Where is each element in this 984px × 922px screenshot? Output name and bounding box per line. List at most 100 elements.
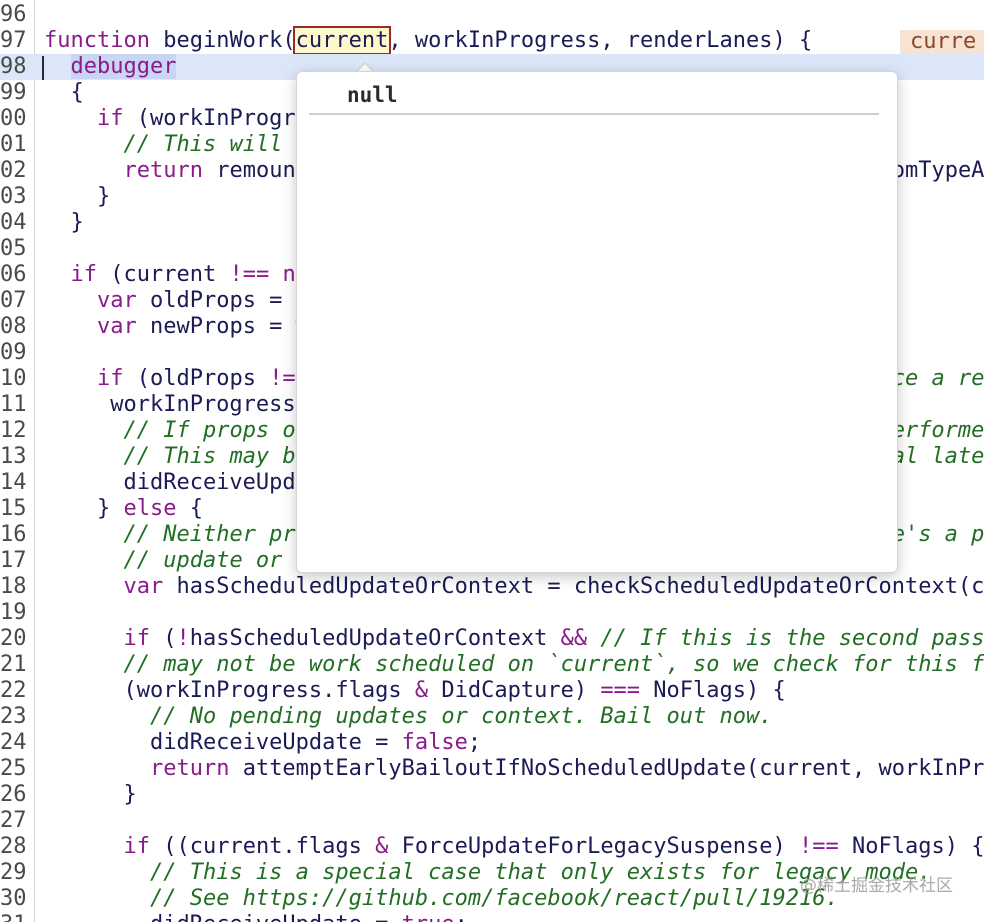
line-number[interactable]: 15 [0, 496, 26, 522]
code-token: hasScheduledUpdateOrContext = checkSched… [176, 574, 984, 599]
code-text: var hasScheduledUpdateOrContext = checkS… [44, 574, 984, 600]
line-number[interactable]: 23 [0, 704, 26, 730]
code-line[interactable]: 19 [0, 600, 984, 626]
line-number[interactable]: 12 [0, 418, 26, 444]
code-token: ((current.flags [149, 834, 376, 859]
line-number[interactable]: 08 [0, 314, 26, 340]
line-number[interactable]: 21 [0, 652, 26, 678]
code-token: NoFlags) { [838, 834, 984, 859]
line-number[interactable]: 19 [0, 600, 26, 626]
line-number[interactable]: 02 [0, 158, 26, 184]
line-number[interactable]: 99 [0, 80, 26, 106]
code-line[interactable]: 97 function beginWork(current, workInProg… [0, 26, 984, 55]
code-line[interactable]: 22 (workInProgress.flags & DidCapture) =… [0, 678, 984, 704]
keyword-token: debugger [70, 54, 177, 79]
code-line[interactable]: 96 [0, 2, 984, 28]
line-number[interactable]: 04 [0, 210, 26, 236]
keyword-token: var [123, 574, 164, 599]
code-token: didReceiveUpdate = [44, 730, 402, 755]
code-line[interactable]: 23 // No pending updates or context. Bai… [0, 704, 984, 730]
code-token: , workInProgress, renderLanes) { [388, 28, 813, 53]
hovered-identifier[interactable]: current [292, 26, 392, 55]
code-line[interactable]: 26 } [0, 782, 984, 808]
line-number[interactable]: 98 [0, 54, 26, 80]
code-text: // No pending updates or context. Bail o… [44, 704, 773, 730]
line-number[interactable]: 13 [0, 444, 26, 470]
code-line[interactable]: 31 didReceiveUpdate = true; [0, 912, 984, 922]
code-line[interactable]: 18 var hasScheduledUpdateOrContext = che… [0, 574, 984, 600]
code-text: didReceiveUpdate = true; [44, 912, 468, 922]
line-number[interactable]: 24 [0, 730, 26, 756]
line-number[interactable]: 14 [0, 470, 26, 496]
code-token: ( [149, 626, 177, 651]
code-line[interactable]: 21 // may not be work scheduled on `curr… [0, 652, 984, 678]
line-number[interactable]: 28 [0, 834, 26, 860]
line-number[interactable]: 01 [0, 132, 26, 158]
code-line[interactable]: 24 didReceiveUpdate = false; [0, 730, 984, 756]
code-token: didReceiveUpdate = [44, 912, 402, 922]
code-text: } else { [44, 496, 203, 522]
code-text: function beginWork(current, workInProgre… [44, 26, 813, 55]
line-number[interactable]: 09 [0, 340, 26, 366]
code-text: } [44, 184, 110, 210]
line-number[interactable]: 26 [0, 782, 26, 808]
code-token: (current [97, 262, 230, 287]
code-token: === [600, 678, 641, 703]
code-token: NoFlags) { [640, 678, 786, 703]
code-token: } [44, 210, 84, 235]
code-line[interactable]: 20 if (!hasScheduledUpdateOrContext && /… [0, 626, 984, 652]
code-line[interactable]: 28 if ((current.flags & ForceUpdateForLe… [0, 834, 984, 860]
code-token: (workInProgress.flags [44, 678, 415, 703]
comment-token: // If this is the second pass of an erro… [600, 626, 984, 651]
line-number[interactable]: 29 [0, 860, 26, 886]
code-token: ; [455, 912, 468, 922]
code-text: } [44, 210, 84, 236]
code-token: { [176, 496, 203, 521]
popover-separator [309, 113, 879, 115]
line-number[interactable]: 06 [0, 262, 26, 288]
code-token: hasScheduledUpdateOrContext [189, 626, 561, 651]
line-number[interactable]: 11 [0, 392, 26, 418]
code-token: && [560, 626, 588, 651]
line-number[interactable]: 16 [0, 522, 26, 548]
line-number[interactable]: 31 [0, 912, 26, 922]
code-line[interactable]: 27 [0, 808, 984, 834]
line-number[interactable]: 05 [0, 236, 26, 262]
code-text: // may not be work scheduled on `current… [44, 652, 984, 678]
line-number[interactable]: 97 [0, 28, 26, 54]
code-token: & [414, 678, 429, 703]
line-number[interactable]: 00 [0, 106, 26, 132]
code-token: DidCapture) [428, 678, 601, 703]
line-number[interactable]: 10 [0, 366, 26, 392]
line-number[interactable]: 17 [0, 548, 26, 574]
line-number[interactable]: 07 [0, 288, 26, 314]
code-line[interactable]: 25 return attemptEarlyBailoutIfNoSchedul… [0, 756, 984, 782]
code-token: ! [176, 626, 190, 651]
keyword-token: true [402, 912, 455, 922]
line-number[interactable]: 25 [0, 756, 26, 782]
line-number[interactable]: 20 [0, 626, 26, 652]
line-number[interactable]: 03 [0, 184, 26, 210]
keyword-token: if [123, 626, 150, 651]
keyword-token: if [96, 106, 124, 131]
variable-value-popover[interactable]: null [296, 71, 898, 573]
line-number[interactable]: 96 [0, 2, 26, 28]
line-number[interactable]: 27 [0, 808, 26, 834]
line-number[interactable]: 18 [0, 574, 26, 600]
line-number[interactable]: 30 [0, 886, 26, 912]
code-text: // See https://github.com/facebook/react… [44, 886, 839, 912]
line-number[interactable]: 22 [0, 678, 26, 704]
inline-value-hint: curre [900, 30, 984, 54]
